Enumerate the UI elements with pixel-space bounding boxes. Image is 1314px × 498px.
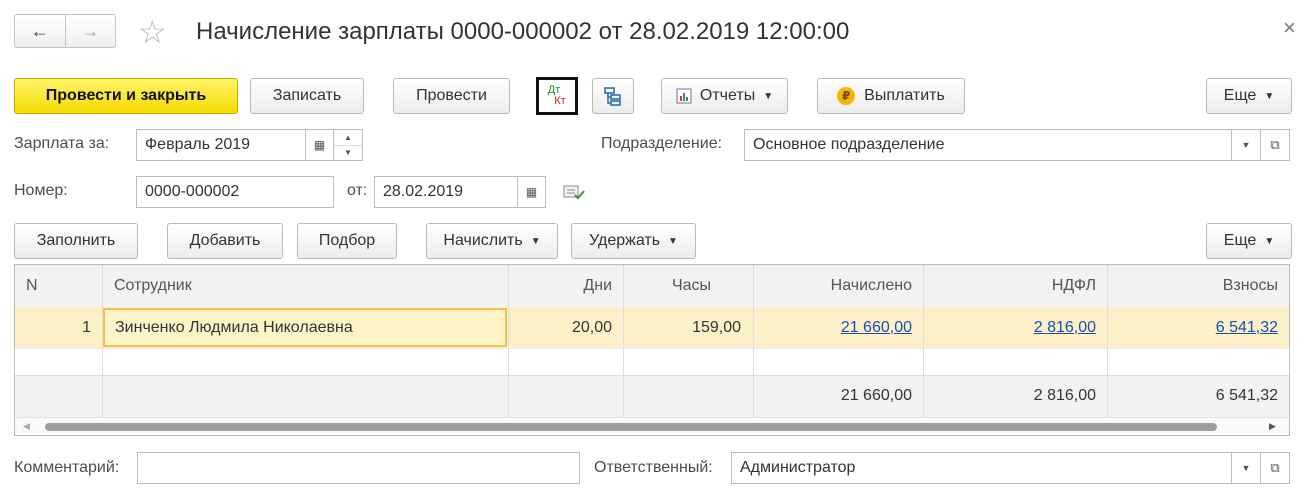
ndfl-link[interactable]: 2 816,00 — [923, 307, 1096, 348]
arrow-right-icon: → — [81, 20, 100, 41]
kt-icon-label: Кт — [554, 95, 566, 107]
scroll-right-icon[interactable]: ▶ — [1269, 421, 1276, 432]
page-title: Начисление зарплаты 0000-000002 от 28.02… — [196, 18, 850, 45]
scroll-left-icon[interactable]: ◀ — [23, 421, 30, 432]
date-label: от: — [347, 182, 368, 199]
responsible-open-button[interactable]: ⧉ — [1260, 452, 1290, 484]
scrollbar-thumb[interactable] — [45, 423, 1217, 431]
contributions-link[interactable]: 6 541,32 — [1107, 307, 1278, 348]
dropdown-arrow-icon: ▼ — [1264, 90, 1275, 102]
post-button[interactable]: Провести — [393, 78, 510, 114]
arrow-left-icon: ← — [30, 20, 49, 41]
accrue-label: Начислить — [443, 232, 523, 249]
withhold-button[interactable]: Удержать ▼ — [571, 223, 696, 259]
employee-cell[interactable]: Зинченко Людмила Николаевна — [103, 308, 507, 347]
stepper-down-icon[interactable]: ▼ — [334, 146, 362, 161]
dropdown-arrow-icon: ▼ — [1264, 235, 1275, 247]
number-field[interactable]: 0000-000002 — [136, 176, 334, 208]
column-header-accrued[interactable]: Начислено — [753, 265, 912, 307]
column-header-hours[interactable]: Часы — [623, 265, 711, 307]
responsible-label: Ответственный: — [594, 459, 713, 476]
column-header-employee[interactable]: Сотрудник — [114, 265, 192, 307]
select-button[interactable]: Подбор — [297, 223, 397, 259]
comment-field[interactable] — [137, 452, 580, 484]
employees-table: N Сотрудник Дни Часы Начислено НДФЛ Взно… — [14, 264, 1290, 436]
row-number: 1 — [82, 318, 91, 336]
accrue-button[interactable]: Начислить ▼ — [426, 223, 558, 259]
dropdown-arrow-icon: ▼ — [763, 90, 774, 102]
fill-button[interactable]: Заполнить — [14, 223, 138, 259]
calendar-icon: ▦ — [525, 185, 538, 199]
date-field[interactable]: 28.02.2019 — [374, 176, 518, 208]
favorite-star-icon[interactable]: ☆ — [138, 12, 167, 52]
calendar-button[interactable]: ▦ — [305, 129, 334, 161]
total-contributions: 6 541,32 — [1215, 387, 1278, 404]
column-header-n[interactable]: N — [26, 265, 38, 307]
edit-number-icon[interactable] — [563, 183, 585, 205]
dropdown-arrow-icon: ▼ — [1241, 140, 1251, 150]
more-button[interactable]: Еще ▼ — [1206, 78, 1292, 114]
dropdown-arrow-icon: ▼ — [530, 235, 541, 247]
dt-kt-button[interactable]: Дт Кт — [536, 77, 578, 115]
table-more-label: Еще — [1223, 232, 1257, 249]
save-button[interactable]: Записать — [250, 78, 364, 114]
salary-month-field[interactable]: Февраль 2019 — [136, 129, 306, 161]
department-field[interactable]: Основное подразделение — [744, 129, 1232, 161]
back-button[interactable]: ← — [15, 15, 66, 47]
column-header-days[interactable]: Дни — [508, 265, 612, 307]
pay-button[interactable]: ₽ Выплатить — [817, 78, 965, 114]
post-and-close-button[interactable]: Провести и закрыть — [14, 78, 238, 114]
horizontal-scrollbar[interactable]: ◀ ▶ — [15, 417, 1289, 435]
hierarchy-icon — [604, 87, 621, 106]
department-open-button[interactable]: ⧉ — [1260, 129, 1290, 161]
stepper-up-icon[interactable]: ▲ — [334, 130, 362, 146]
calendar-icon: ▦ — [313, 138, 326, 152]
responsible-field[interactable]: Администратор — [731, 452, 1232, 484]
date-calendar-button[interactable]: ▦ — [517, 176, 546, 208]
total-ndfl: 2 816,00 — [1033, 387, 1096, 404]
salary-for-label: Зарплата за: — [14, 135, 110, 152]
total-accrued: 21 660,00 — [840, 387, 912, 404]
reports-label: Отчеты — [699, 87, 756, 104]
report-chart-icon — [676, 88, 692, 104]
comment-label: Комментарий: — [14, 459, 120, 476]
close-icon[interactable]: × — [1283, 14, 1296, 42]
add-button[interactable]: Добавить — [167, 223, 283, 259]
column-header-ndfl[interactable]: НДФЛ — [923, 265, 1096, 307]
responsible-dropdown-button[interactable]: ▼ — [1231, 452, 1261, 484]
dropdown-arrow-icon: ▼ — [668, 235, 678, 247]
table-more-button[interactable]: Еще ▼ — [1206, 223, 1292, 259]
month-stepper[interactable]: ▲ ▼ — [333, 129, 363, 161]
days-cell[interactable]: 20,00 — [508, 307, 612, 348]
nav-buttons-group: ← → — [14, 14, 116, 48]
hours-cell[interactable]: 159,00 — [623, 307, 741, 348]
number-label: Номер: — [14, 182, 68, 199]
dropdown-arrow-icon: ▼ — [1241, 463, 1251, 473]
open-window-icon: ⧉ — [1270, 460, 1280, 475]
forward-button[interactable]: → — [66, 15, 116, 47]
ruble-coin-icon: ₽ — [837, 87, 856, 105]
open-window-icon: ⧉ — [1270, 137, 1280, 152]
accrued-link[interactable]: 21 660,00 — [753, 307, 912, 348]
pay-label: Выплатить — [864, 87, 945, 104]
more-label: Еще — [1223, 87, 1257, 104]
withhold-label: Удержать — [589, 232, 661, 249]
column-header-contributions[interactable]: Взносы — [1107, 265, 1278, 307]
structure-button[interactable] — [592, 78, 634, 114]
department-label: Подразделение: — [601, 135, 723, 152]
row-divider — [15, 348, 1289, 349]
department-dropdown-button[interactable]: ▼ — [1231, 129, 1261, 161]
table-totals-row — [15, 375, 1289, 418]
reports-button[interactable]: Отчеты ▼ — [661, 78, 788, 114]
